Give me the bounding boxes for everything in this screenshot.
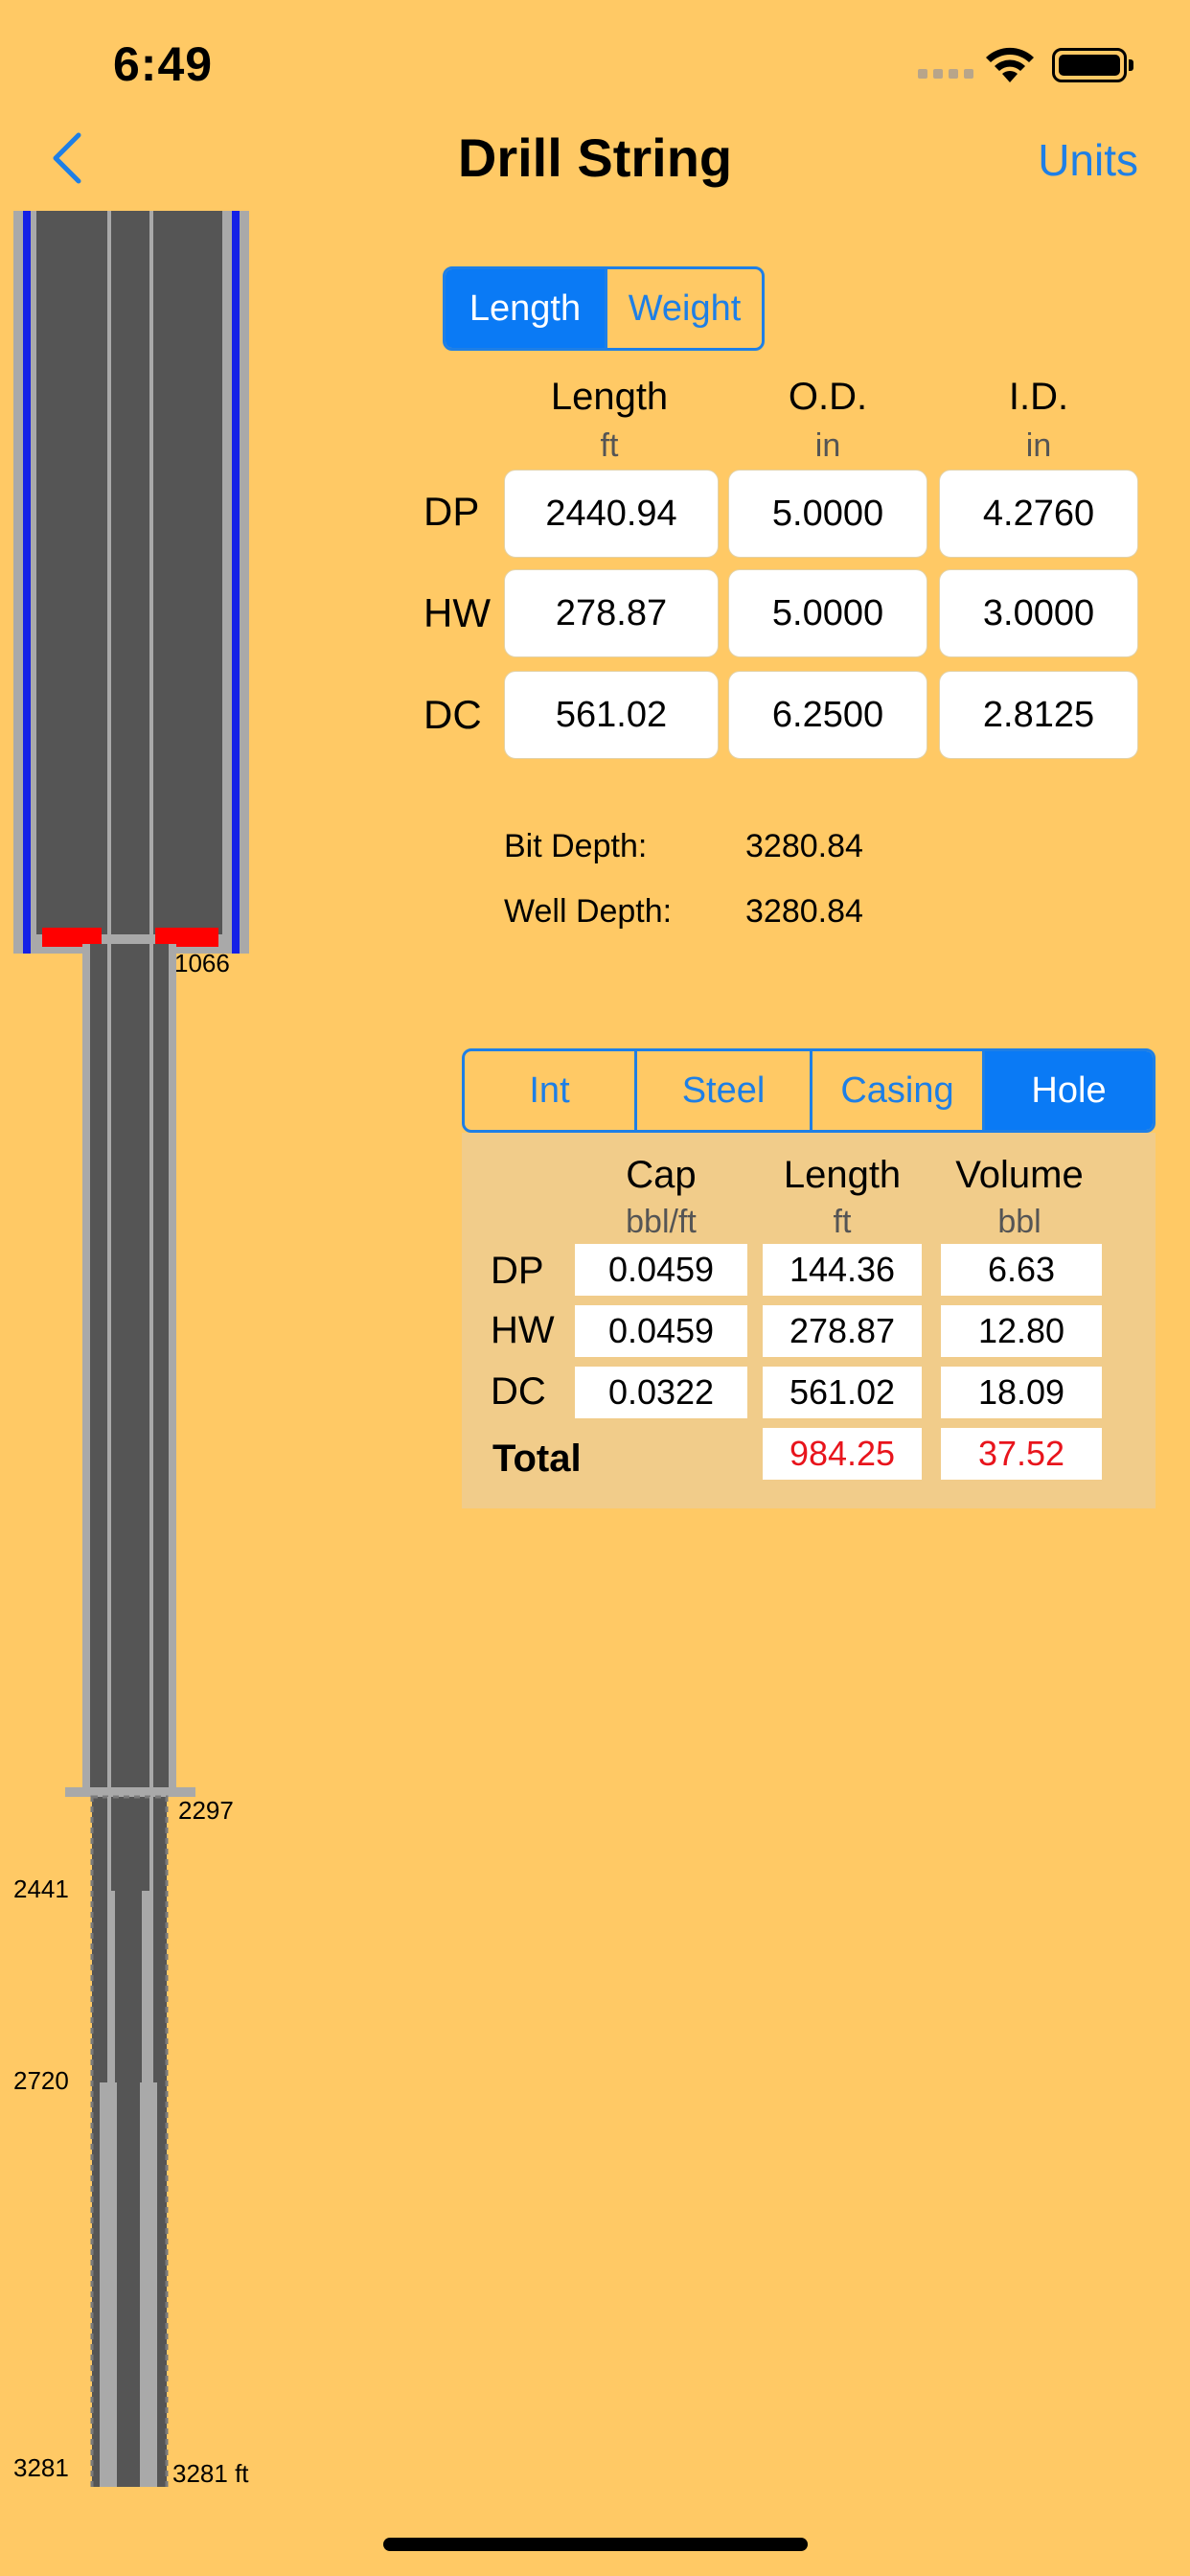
casing-annulus (36, 211, 222, 934)
volume-type-tabs[interactable]: Int Steel Casing Hole (462, 1048, 1156, 1133)
drill-collar-wall-left (100, 2082, 117, 2487)
vol-row-label-dp: DP (491, 1250, 544, 1292)
vol-col-unit-length: ft (833, 1204, 852, 1240)
vol-col-unit-cap: bbl/ft (626, 1204, 697, 1240)
dc-length-field[interactable]: 561.02 (504, 671, 719, 759)
status-time: 6:49 (113, 37, 214, 91)
drill-pipe-wall-right (149, 1797, 153, 2104)
toggle-length[interactable]: Length (446, 269, 605, 348)
dc-id-field[interactable]: 2.8125 (939, 671, 1138, 759)
drill-pipe-wall-right (149, 944, 153, 1795)
drill-pipe-wall-left (107, 944, 111, 1795)
hw-id-field[interactable]: 3.0000 (939, 569, 1138, 657)
bit-depth-label: Bit Depth: (504, 828, 648, 864)
vol-total-length: 984.25 (763, 1428, 922, 1480)
dp-length-field[interactable]: 2440.94 (504, 470, 719, 558)
vol-dc-length: 561.02 (763, 1367, 922, 1418)
battery-icon (1052, 48, 1133, 82)
liner-shoe (65, 1787, 195, 1797)
col-unit-od: in (814, 427, 841, 464)
vol-col-header-length: Length (783, 1154, 902, 1196)
vol-total-volume: 37.52 (941, 1428, 1102, 1480)
cellular-signal-icon (918, 69, 973, 79)
vol-hw-length: 278.87 (763, 1305, 922, 1357)
bit-depth-right-label: 3281 ft (172, 2459, 249, 2488)
col-unit-length: ft (600, 427, 619, 464)
col-unit-id: in (1025, 427, 1052, 464)
vol-total-label: Total (492, 1438, 582, 1480)
dp-id-field[interactable]: 4.2760 (939, 470, 1138, 558)
bit-depth-left-label: 3281 (13, 2453, 69, 2482)
well-depth-value: 3280.84 (745, 893, 863, 930)
vol-dp-length: 144.36 (763, 1244, 922, 1296)
dc-od-field[interactable]: 6.2500 (728, 671, 927, 759)
casing-line-right (232, 211, 240, 954)
well-depth-label: Well Depth: (504, 893, 673, 930)
col-header-length: Length (550, 376, 669, 418)
vol-dp-cap: 0.0459 (575, 1244, 747, 1296)
casing-shoe-depth-label: 1066 (174, 949, 230, 978)
hw-od-field[interactable]: 5.0000 (728, 569, 927, 657)
casing-line-left (23, 211, 31, 954)
vol-col-unit-volume: bbl (997, 1204, 1041, 1240)
vol-dc-volume: 18.09 (941, 1367, 1102, 1418)
drill-collar-wall-right (140, 2082, 157, 2487)
vol-hw-cap: 0.0459 (575, 1305, 747, 1357)
col-header-od: O.D. (788, 376, 868, 418)
vol-dc-cap: 0.0322 (575, 1367, 747, 1418)
vol-col-header-cap: Cap (626, 1154, 697, 1196)
dp-bottom-depth-label: 2441 (13, 1874, 69, 1903)
bit-depth-value: 3280.84 (745, 828, 863, 864)
col-header-id: I.D. (1008, 376, 1069, 418)
drill-pipe-wall-right (149, 211, 153, 954)
dp-od-field[interactable]: 5.0000 (728, 470, 927, 558)
home-indicator[interactable] (383, 2538, 808, 2551)
tab-hole[interactable]: Hole (982, 1051, 1153, 1130)
liner-annulus (90, 944, 169, 1795)
tab-int[interactable]: Int (465, 1051, 634, 1130)
vol-row-label-hw: HW (491, 1309, 555, 1351)
vol-row-label-dc: DC (491, 1370, 546, 1413)
row-label-hw: HW (423, 590, 491, 635)
tab-casing[interactable]: Casing (810, 1051, 982, 1130)
vol-col-header-volume: Volume (955, 1154, 1084, 1196)
wellbore-diagram (13, 211, 249, 2487)
drill-pipe-wall-left (107, 211, 111, 954)
units-button[interactable]: Units (1038, 134, 1138, 186)
vol-dp-volume: 6.63 (941, 1244, 1102, 1296)
hw-bottom-depth-label: 2720 (13, 2066, 69, 2095)
wifi-icon (986, 47, 1034, 82)
row-label-dp: DP (423, 489, 480, 534)
page-title: Drill String (457, 127, 733, 188)
liner-shoe-depth-label: 2297 (178, 1796, 234, 1825)
tab-steel[interactable]: Steel (634, 1051, 810, 1130)
length-weight-toggle[interactable]: Length Weight (443, 266, 765, 351)
toggle-weight[interactable]: Weight (605, 269, 762, 348)
hw-length-field[interactable]: 278.87 (504, 569, 719, 657)
vol-hw-volume: 12.80 (941, 1305, 1102, 1357)
row-label-dc: DC (423, 692, 482, 737)
